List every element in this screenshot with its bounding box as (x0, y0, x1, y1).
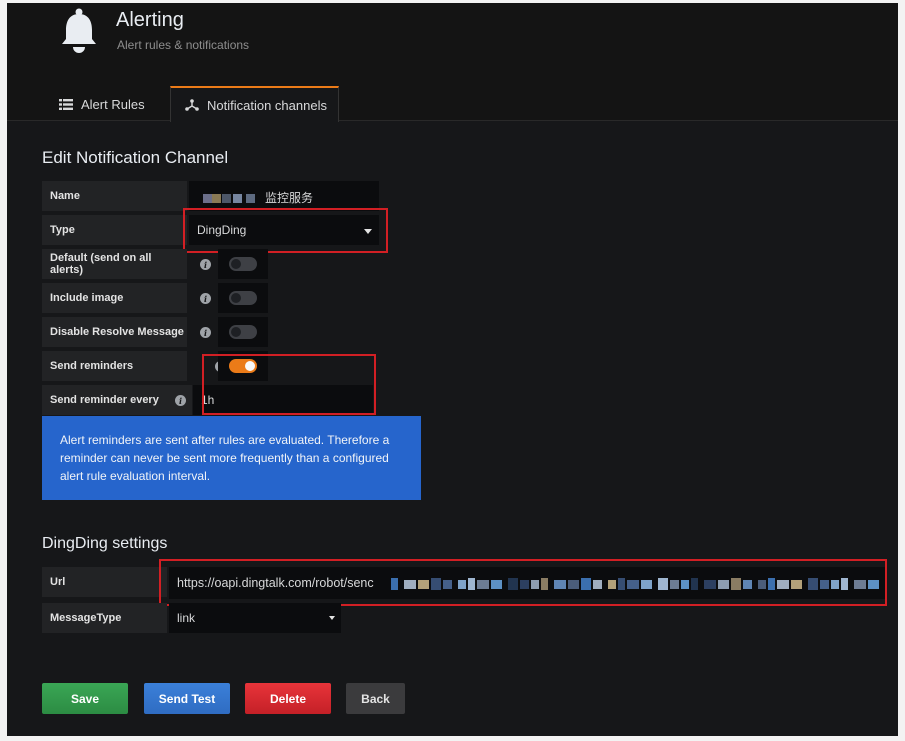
info-icon: i (200, 327, 211, 338)
caret-down-icon (329, 616, 335, 620)
redacted-pixel (212, 194, 221, 203)
name-label: Name (42, 181, 187, 211)
type-label: Type (42, 215, 187, 245)
bell-icon (62, 8, 96, 53)
page-subtitle: Alert rules & notifications (117, 38, 250, 52)
message-type-label: MessageType (42, 603, 167, 633)
send-test-button[interactable]: Send Test (144, 683, 230, 714)
default-toggle[interactable] (218, 249, 268, 279)
message-type-value: link (177, 611, 196, 625)
section-title-edit: Edit Notification Channel (42, 148, 229, 167)
section-title-dingding: DingDing settings (42, 535, 168, 552)
app-frame: Alerting Alert rules & notifications Ale… (7, 3, 898, 736)
name-input[interactable]: 监控服务 (189, 181, 379, 211)
page-title: Alerting (116, 9, 184, 31)
include-image-label: Include image (42, 283, 187, 313)
disable-resolve-label: Disable Resolve Message (42, 317, 187, 347)
name-value: 监控服务 (265, 191, 314, 205)
redacted-pixel (233, 194, 242, 203)
redacted-pixel (203, 194, 212, 203)
info-icon: i (200, 293, 211, 304)
info-icon: i (175, 395, 186, 406)
message-type-select[interactable]: link (169, 603, 341, 633)
reminder-every-label: Send reminder every (42, 385, 192, 415)
back-button[interactable]: Back (346, 683, 405, 714)
highlight-box-url (159, 559, 887, 606)
default-label: Default (send on all alerts) (42, 249, 187, 279)
tab-alert-rules[interactable]: Alert Rules (54, 86, 150, 122)
redacted-pixel (246, 194, 255, 203)
tab-label: Notification channels (207, 97, 327, 113)
reminder-info-box: Alert reminders are sent after rules are… (42, 416, 421, 500)
highlight-box-type (183, 208, 388, 253)
disable-resolve-toggle[interactable] (218, 317, 268, 347)
toggle-switch (229, 291, 257, 305)
tab-label: Alert Rules (81, 96, 145, 112)
list-icon (59, 98, 73, 110)
url-label: Url (42, 567, 167, 597)
highlight-box-reminders (202, 354, 376, 415)
channels-icon (185, 99, 199, 111)
info-icon: i (200, 259, 211, 270)
toggle-switch (229, 325, 257, 339)
save-button[interactable]: Save (42, 683, 128, 714)
send-reminders-label: Send reminders (42, 351, 187, 381)
page-header: Alerting Alert rules & notifications Ale… (7, 3, 898, 122)
include-image-toggle[interactable] (218, 283, 268, 313)
tab-notification-channels[interactable]: Notification channels (170, 86, 339, 122)
delete-button[interactable]: Delete (245, 683, 331, 714)
redacted-pixel (222, 194, 231, 203)
toggle-switch (229, 257, 257, 271)
